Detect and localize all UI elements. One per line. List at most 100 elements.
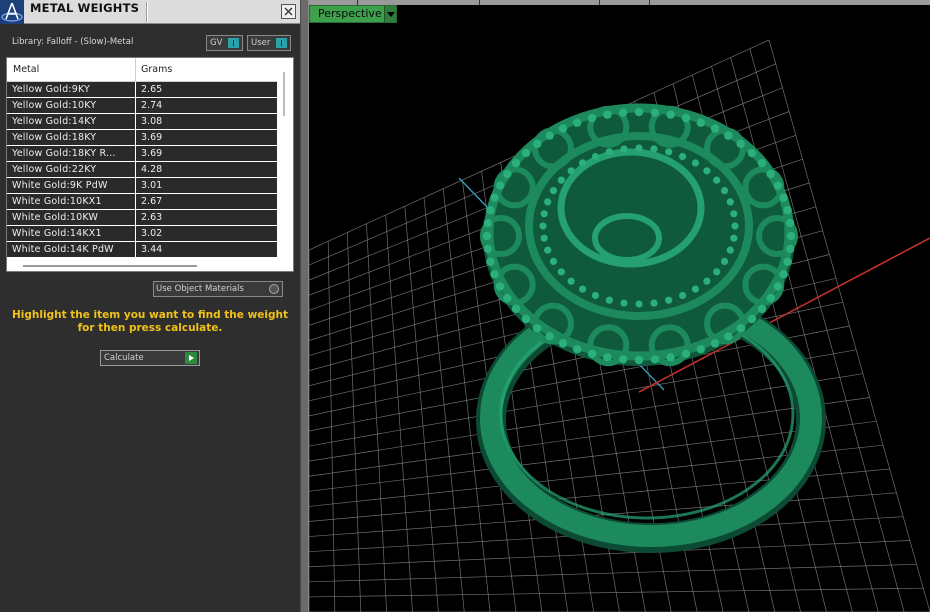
grams-cell: 2.74 <box>141 100 163 111</box>
granulation-bead <box>713 268 721 276</box>
vertical-scrollbar[interactable] <box>283 72 285 116</box>
radio-icon[interactable] <box>269 284 279 294</box>
user-toggle[interactable]: User <box>247 35 291 51</box>
granulation-bead <box>730 234 738 242</box>
table-row[interactable]: Yellow Gold:14KY 3.08 <box>7 114 277 130</box>
granulation-bead <box>587 349 597 359</box>
granulation-bead <box>757 304 767 314</box>
granulation-bead <box>678 152 687 161</box>
table-row[interactable]: White Gold:9K PdW 3.01 <box>7 178 277 194</box>
table-row[interactable]: Yellow Gold:9KY 2.65 <box>7 82 277 98</box>
granulation-bead <box>540 234 548 242</box>
view-mode-dropdown[interactable]: Perspective <box>309 5 397 23</box>
column-divider[interactable] <box>135 58 136 82</box>
granulation-bead <box>545 332 554 341</box>
metal-cell: Yellow Gold:22KY <box>12 164 97 175</box>
column-header-grams[interactable]: Grams <box>141 64 172 75</box>
grams-cell: 3.01 <box>141 180 163 191</box>
granulation-bead <box>785 244 795 254</box>
user-toggle-knob-icon <box>276 38 287 48</box>
metal-cell: Yellow Gold:10KY <box>12 100 97 111</box>
panel-title: METAL WEIGHTS <box>30 1 140 15</box>
perspective-viewport[interactable]: Perspective <box>309 0 930 612</box>
granulation-bead <box>540 210 548 218</box>
granulation-bead <box>691 159 700 167</box>
tab-divider <box>649 0 650 5</box>
table-row[interactable]: White Gold:14K PdW 3.44 <box>7 242 277 258</box>
granulation-bead <box>572 118 582 127</box>
grams-cell: 3.44 <box>141 244 163 255</box>
granulation-bead <box>521 148 531 158</box>
viewport-scene[interactable] <box>309 0 930 612</box>
column-header-metal[interactable]: Metal <box>13 64 39 75</box>
granulation-bead <box>618 108 628 117</box>
granulation-bead <box>545 131 554 140</box>
granulation-bead <box>650 108 660 117</box>
granulation-bead <box>618 355 628 364</box>
granulation-bead <box>779 193 788 202</box>
granulation-bead <box>710 124 720 133</box>
chevron-down-icon[interactable] <box>384 6 396 22</box>
granulation-bead <box>578 285 587 293</box>
granulation-bead <box>650 355 660 364</box>
granulation-bead <box>620 299 628 307</box>
granulation-bead <box>786 231 796 241</box>
panel-titlebar[interactable]: METAL WEIGHTS <box>0 0 300 24</box>
granulation-bead <box>486 206 495 215</box>
granulation-bead <box>696 118 706 127</box>
table-row[interactable]: Yellow Gold:18KY 3.69 <box>7 130 277 146</box>
granulation-bead <box>503 293 512 303</box>
use-object-materials-option[interactable]: Use Object Materials <box>153 281 283 297</box>
granulation-bead <box>710 339 720 348</box>
granulation-bead <box>567 167 575 175</box>
horizontal-scrollbar[interactable] <box>23 265 197 267</box>
table-row[interactable]: White Gold:10KX1 2.67 <box>7 194 277 210</box>
granulation-bead <box>483 244 493 254</box>
granulation-bead <box>511 158 521 168</box>
granulation-bead <box>483 218 493 228</box>
granulation-bead <box>650 299 658 307</box>
grid-line <box>309 587 924 598</box>
granulation-bead <box>549 186 558 195</box>
table-row[interactable]: Yellow Gold:18KY R... 3.69 <box>7 146 277 162</box>
table-row[interactable]: Yellow Gold:10KY 2.74 <box>7 98 277 114</box>
table-row[interactable]: Yellow Gold:22KY 4.28 <box>7 162 277 178</box>
gv-toggle-knob-icon <box>228 38 239 48</box>
granulation-bead <box>558 124 568 133</box>
instruction-text: Highlight the item you want to find the … <box>12 309 288 334</box>
close-button[interactable] <box>281 4 296 19</box>
granulation-bead <box>713 176 721 184</box>
granulation-bead <box>731 222 739 230</box>
granulation-bead <box>490 193 499 202</box>
granulation-bead <box>503 169 512 179</box>
granulation-bead <box>634 355 644 365</box>
grams-cell: 3.69 <box>141 148 163 159</box>
granulation-bead <box>785 218 795 228</box>
granulation-bead <box>486 257 495 266</box>
granulation-bead <box>720 257 729 266</box>
grams-cell: 2.63 <box>141 212 163 223</box>
granulation-bead <box>533 139 542 149</box>
granulation-bead <box>482 231 492 241</box>
granulation-bead <box>544 198 552 206</box>
granulation-bead <box>757 158 767 168</box>
table-row[interactable]: White Gold:10KW 2.63 <box>7 210 277 226</box>
panel-splitter[interactable] <box>300 0 309 612</box>
metal-cell: White Gold:14K PdW <box>12 244 114 255</box>
granulation-bead <box>703 277 711 285</box>
table-row[interactable]: White Gold:14KX1 3.02 <box>7 226 277 242</box>
metal-weights-table[interactable]: Metal Grams Yellow Gold:9KY 2.65 Yellow G… <box>6 57 294 272</box>
tab-divider <box>479 0 480 5</box>
granulation-bead <box>567 277 575 285</box>
grams-cell: 3.69 <box>141 132 163 143</box>
gv-toggle[interactable]: GV <box>206 35 243 51</box>
granulation-bead <box>724 131 733 140</box>
use-object-materials-label: Use Object Materials <box>156 284 244 294</box>
tab-divider <box>599 0 600 5</box>
granulation-bead <box>572 345 582 354</box>
grams-cell: 3.08 <box>141 116 163 127</box>
metal-cell: White Gold:14KX1 <box>12 228 102 239</box>
play-arrow-icon <box>185 352 197 364</box>
calculate-button[interactable]: Calculate <box>100 350 200 366</box>
granulation-bead <box>730 210 738 218</box>
